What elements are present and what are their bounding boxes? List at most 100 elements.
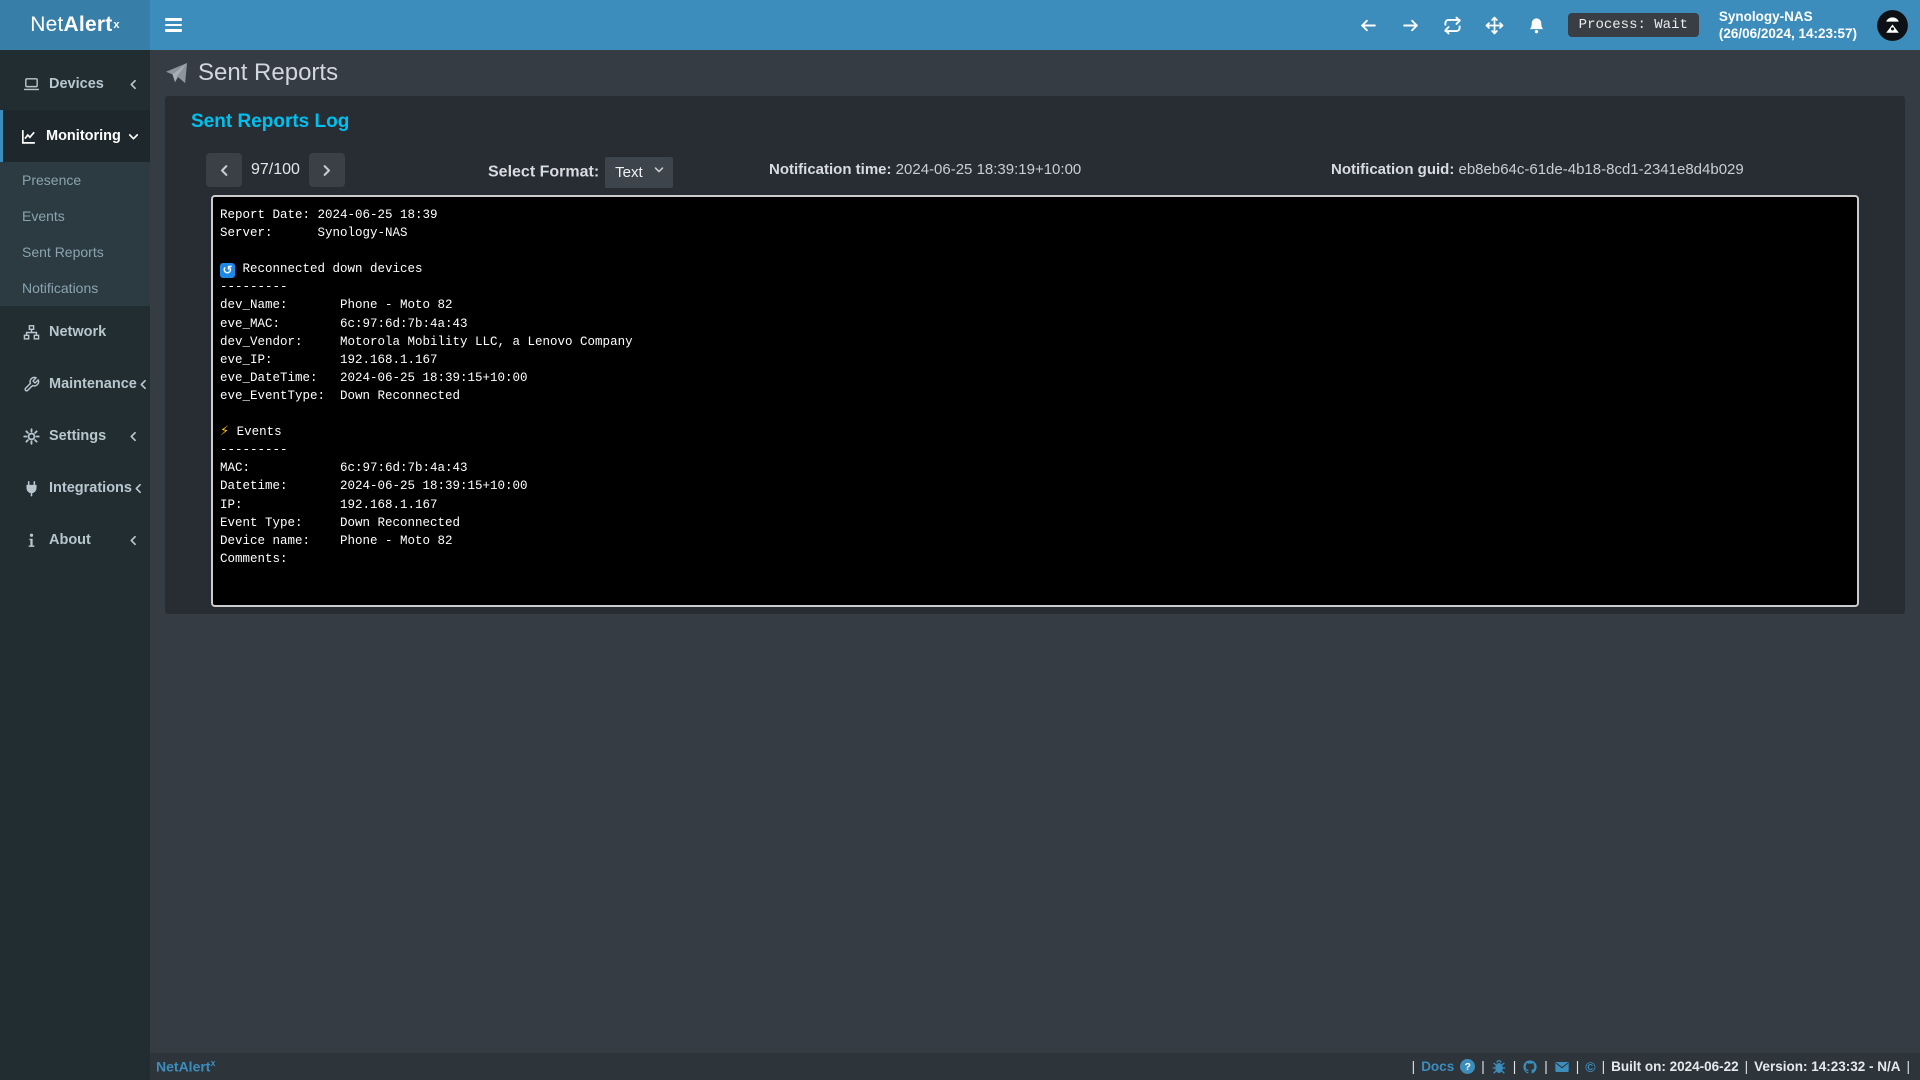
- sidebar-item-network[interactable]: Network: [0, 306, 150, 358]
- forward-icon[interactable]: [1400, 14, 1422, 36]
- info-icon: [23, 532, 40, 549]
- github-icon[interactable]: [1522, 1059, 1538, 1075]
- wrench-icon: [23, 376, 40, 393]
- format-select[interactable]: Text: [605, 157, 673, 188]
- refresh-icon[interactable]: [1442, 14, 1464, 36]
- report-line: ---------: [220, 278, 1849, 296]
- notification-guid: Notification guid: eb8eb64c-61de-4b18-8c…: [1331, 161, 1744, 178]
- help-question-icon[interactable]: ?: [1460, 1059, 1475, 1074]
- notification-guid-value: eb8eb64c-61de-4b18-8cd1-2341e8d4b029: [1458, 161, 1743, 178]
- process-status-badge: Process: Wait: [1568, 13, 1699, 37]
- prev-report-button[interactable]: [206, 153, 242, 187]
- separator: |: [1481, 1059, 1485, 1074]
- sidebar-item-label: Maintenance: [49, 376, 137, 392]
- sidebar-item-settings[interactable]: Settings: [0, 410, 150, 462]
- sidebar-item-label: Monitoring: [46, 128, 127, 144]
- brand-net: Net: [30, 13, 63, 37]
- report-line: MAC: 6c:97:6d:7b:4a:43: [220, 459, 1849, 477]
- separator: |: [1906, 1059, 1910, 1074]
- sidebar-toggle-icon[interactable]: [165, 0, 205, 50]
- sidebar-item-label: Network: [49, 324, 127, 340]
- panel-title: Sent Reports Log: [191, 111, 1889, 133]
- pagination: 97/100: [206, 153, 345, 187]
- no-chevron: [127, 326, 140, 339]
- report-line: [220, 242, 1849, 260]
- server-timestamp: (26/06/2024, 14:23:57): [1719, 25, 1857, 42]
- report-line: dev_Name: Phone - Moto 82: [220, 296, 1849, 314]
- chevron-left-icon: [137, 378, 150, 391]
- submenu-label: Sent Reports: [22, 244, 104, 260]
- chevron-left-icon: [132, 482, 145, 495]
- report-text[interactable]: Report Date: 2024-06-25 18:39Server: Syn…: [211, 195, 1859, 607]
- report-line: ⚡ Events: [220, 423, 1849, 441]
- server-name: Synology-NAS: [1719, 8, 1857, 25]
- content-header: Sent Reports: [150, 50, 1920, 96]
- sidebar-item-label: About: [49, 532, 127, 548]
- page-indicator: 97/100: [251, 161, 300, 179]
- back-icon[interactable]: [1358, 14, 1380, 36]
- notification-time-value: 2024-06-25 18:39:19+10:00: [896, 161, 1082, 178]
- controls-row: 97/100 Select Format: Text Notification …: [181, 133, 1889, 195]
- move-icon[interactable]: [1484, 14, 1506, 36]
- monitoring-submenu: Presence Events Sent Reports Notificatio…: [0, 162, 150, 306]
- gear-icon: [23, 428, 40, 445]
- server-info: Synology-NAS (26/06/2024, 14:23:57): [1719, 8, 1857, 42]
- notification-guid-label: Notification guid:: [1331, 161, 1454, 178]
- content-area: Sent Reports Sent Reports Log 97/100 Sel…: [150, 50, 1920, 1053]
- notifications-bell-icon[interactable]: [1526, 14, 1548, 36]
- format-label: Select Format:: [488, 164, 599, 181]
- sidebar-item-about[interactable]: About: [0, 514, 150, 566]
- report-line: ---------: [220, 441, 1849, 459]
- sent-reports-panel: Sent Reports Log 97/100 Select Format: T…: [165, 96, 1905, 614]
- footer-brand-link[interactable]: NetAlertx: [156, 1058, 215, 1075]
- email-icon[interactable]: [1554, 1059, 1570, 1075]
- sidebar-item-devices[interactable]: Devices: [0, 58, 150, 110]
- report-line: ↺ Reconnected down devices: [220, 260, 1849, 278]
- copyright-icon[interactable]: ©: [1585, 1059, 1595, 1075]
- report-line: dev_Vendor: Motorola Mobility LLC, a Len…: [220, 333, 1849, 351]
- separator: |: [1412, 1059, 1416, 1074]
- submenu-label: Notifications: [22, 280, 98, 296]
- report-line: eve_EventType: Down Reconnected: [220, 387, 1849, 405]
- chevron-left-icon: [127, 534, 140, 547]
- report-line: Server: Synology-NAS: [220, 224, 1849, 242]
- page-title: Sent Reports: [198, 59, 338, 87]
- sitemap-icon: [23, 324, 40, 341]
- next-report-button[interactable]: [309, 153, 345, 187]
- sidebar-item-label: Integrations: [49, 480, 132, 496]
- paper-plane-icon: [165, 62, 188, 85]
- sidebar-item-presence[interactable]: Presence: [0, 162, 150, 198]
- chevron-down-icon: [127, 130, 140, 143]
- plug-icon: [23, 480, 40, 497]
- sidebar-item-events[interactable]: Events: [0, 198, 150, 234]
- separator: |: [1602, 1059, 1606, 1074]
- bolt-icon: ⚡: [220, 423, 229, 441]
- report-line: eve_MAC: 6c:97:6d:7b:4a:43: [220, 315, 1849, 333]
- chevron-left-icon: [127, 78, 140, 91]
- laptop-icon: [23, 76, 40, 93]
- sidebar-item-integrations[interactable]: Integrations: [0, 462, 150, 514]
- docs-link[interactable]: Docs: [1421, 1059, 1454, 1074]
- brand-alert: Alert: [64, 13, 113, 37]
- report-line: eve_DateTime: 2024-06-25 18:39:15+10:00: [220, 369, 1849, 387]
- built-on-text: Built on: 2024-06-22: [1611, 1059, 1739, 1074]
- sidebar-item-monitoring[interactable]: Monitoring: [0, 110, 150, 162]
- sidebar-item-label: Settings: [49, 428, 127, 444]
- user-avatar[interactable]: [1877, 10, 1908, 41]
- sidebar-item-sent-reports[interactable]: Sent Reports: [0, 234, 150, 270]
- report-line: eve_IP: 192.168.1.167: [220, 351, 1849, 369]
- chevron-left-icon: [127, 430, 140, 443]
- app-logo[interactable]: NetAlertx: [0, 0, 150, 50]
- report-line: Device name: Phone - Moto 82: [220, 532, 1849, 550]
- separator: |: [1544, 1059, 1548, 1074]
- report-line: [220, 405, 1849, 423]
- submenu-label: Events: [22, 208, 65, 224]
- report-line: Report Date: 2024-06-25 18:39: [220, 206, 1849, 224]
- reconnect-icon: ↺: [220, 263, 235, 278]
- brand-sup: x: [113, 19, 119, 31]
- bug-report-icon[interactable]: [1491, 1059, 1507, 1075]
- sidebar-item-maintenance[interactable]: Maintenance: [0, 358, 150, 410]
- submenu-label: Presence: [22, 172, 81, 188]
- sidebar-item-notifications[interactable]: Notifications: [0, 270, 150, 306]
- report-line: Datetime: 2024-06-25 18:39:15+10:00: [220, 477, 1849, 495]
